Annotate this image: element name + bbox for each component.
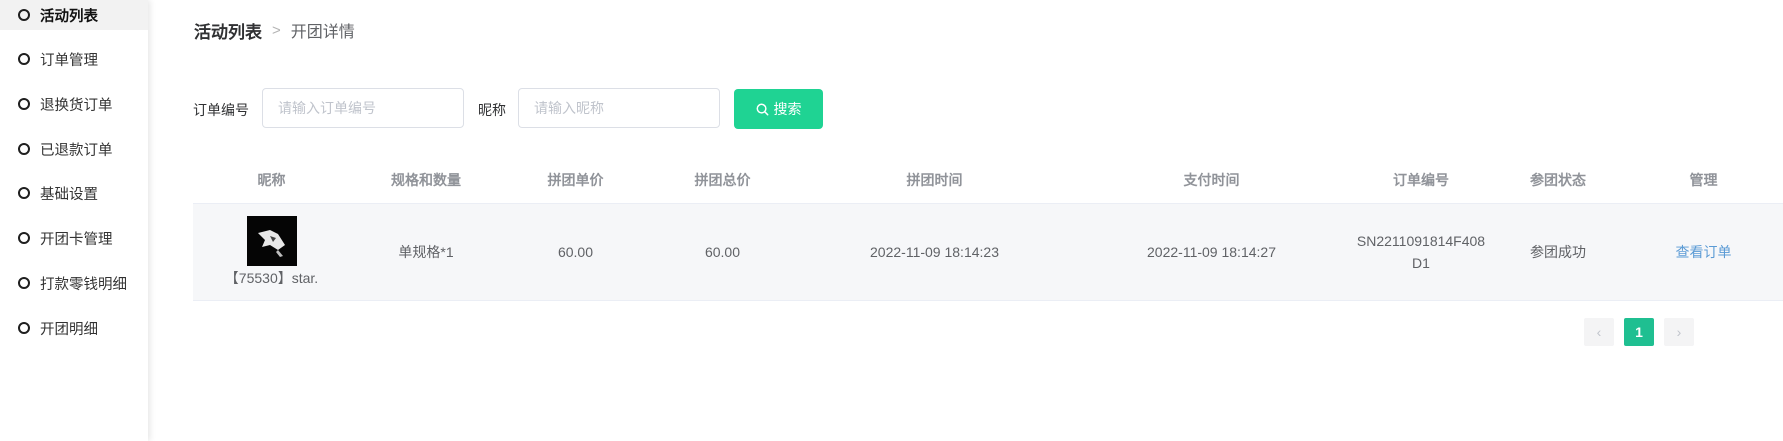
column-header-status: 参团状态 — [1530, 172, 1586, 188]
nickname-cell: 【75530】star. — [193, 204, 350, 300]
avatar — [246, 216, 297, 266]
column-header-pay-time: 支付时间 — [1183, 172, 1240, 188]
sidebar-item-label: 已退款订单 — [40, 142, 113, 159]
chevron-right-icon: › — [1676, 324, 1682, 340]
group-order-table: 昵称 规格和数量 拼团单价 拼团总价 拼团时间 支付时间 订单编号 参团状态 管… — [193, 158, 1783, 301]
sidebar-item-label: 开团明细 — [40, 321, 98, 338]
column-header-order-no: 订单编号 — [1393, 172, 1449, 188]
breadcrumb-separator-icon: > — [272, 21, 281, 39]
order-no-input[interactable] — [262, 88, 464, 128]
sidebar-item-label: 基础设置 — [40, 186, 98, 203]
sidebar-item-label: 打款零钱明细 — [40, 276, 127, 293]
nickname-input[interactable] — [518, 88, 720, 128]
sidebar-item-order-management[interactable]: 订单管理 — [0, 44, 148, 74]
column-header-manage: 管理 — [1689, 172, 1718, 188]
sidebar-item-basic-settings[interactable]: 基础设置 — [0, 178, 148, 208]
prev-page-button[interactable]: ‹ — [1584, 318, 1614, 346]
circle-icon — [18, 277, 30, 289]
view-order-link[interactable]: 查看订单 — [1676, 242, 1732, 262]
sidebar: 活动列表 订单管理 退换货订单 已退款订单 基础设置 开团卡管理 打款零钱明细 … — [0, 0, 148, 441]
order-no-cell: SN2211091814F408D1 — [1350, 204, 1492, 300]
nickname-text: 【75530】star. — [224, 270, 319, 286]
sidebar-item-group-card[interactable]: 开团卡管理 — [0, 223, 148, 253]
circle-icon — [18, 322, 30, 334]
sidebar-item-label: 开团卡管理 — [40, 231, 113, 248]
search-button[interactable]: 搜索 — [734, 89, 823, 129]
circle-icon — [18, 187, 30, 199]
search-button-label: 搜索 — [773, 101, 802, 117]
unit-price-cell: 60.00 — [557, 244, 594, 260]
breadcrumb-root[interactable]: 活动列表 — [194, 18, 262, 43]
table-header: 昵称 规格和数量 拼团单价 拼团总价 拼团时间 支付时间 订单编号 参团状态 管… — [193, 158, 1783, 204]
column-header-spec: 规格和数量 — [391, 172, 461, 188]
circle-icon — [18, 232, 30, 244]
circle-icon — [18, 143, 30, 155]
nickname-label: 昵称 — [478, 102, 506, 118]
chevron-left-icon: ‹ — [1596, 324, 1602, 340]
manage-cell: 查看订单 — [1624, 204, 1783, 300]
table-row: 【75530】star. 单规格*1 60.00 60.00 2022-11-0… — [193, 204, 1783, 301]
circle-icon — [18, 9, 30, 21]
sidebar-item-return-orders[interactable]: 退换货订单 — [0, 89, 148, 119]
breadcrumb-current: 开团详情 — [290, 24, 355, 41]
sidebar-item-group-details[interactable]: 开团明细 — [0, 313, 148, 343]
group-time-cell: 2022-11-09 18:14:23 — [870, 244, 999, 260]
search-icon — [756, 103, 768, 115]
column-header-nickname: 昵称 — [257, 172, 286, 188]
breadcrumb: 活动列表 > 开团详情 — [194, 18, 355, 42]
circle-icon — [18, 98, 30, 110]
page-number-button[interactable]: 1 — [1624, 318, 1654, 346]
status-cell: 参团成功 — [1530, 244, 1586, 260]
sidebar-item-label: 订单管理 — [40, 52, 98, 69]
circle-icon — [18, 53, 30, 65]
order-no-text: SN2211091814F408D1 — [1356, 233, 1486, 271]
sidebar-item-activity-list[interactable]: 活动列表 — [0, 0, 148, 30]
sidebar-item-label: 退换货订单 — [40, 97, 113, 114]
total-price-cell: 60.00 — [704, 244, 741, 260]
sidebar-item-payout-details[interactable]: 打款零钱明细 — [0, 268, 148, 298]
sidebar-item-label: 活动列表 — [40, 8, 98, 25]
pay-time-cell: 2022-11-09 18:14:27 — [1147, 244, 1276, 260]
column-header-group-time: 拼团时间 — [906, 172, 963, 188]
sidebar-item-refunded-orders[interactable]: 已退款订单 — [0, 134, 148, 164]
next-page-button[interactable]: › — [1664, 318, 1694, 346]
column-header-unit-price: 拼团单价 — [547, 172, 604, 188]
spec-cell: 单规格*1 — [398, 244, 454, 260]
column-header-total-price: 拼团总价 — [694, 172, 751, 188]
order-no-label: 订单编号 — [193, 102, 249, 118]
